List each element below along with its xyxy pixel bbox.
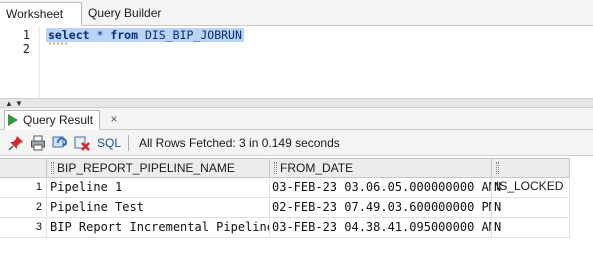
row-number: 1 <box>0 178 46 197</box>
column-header-from-date[interactable]: FROM_DATE <box>269 159 491 177</box>
cell-from-date[interactable]: 03-FEB-23 04.38.41.095000000 AM <box>269 218 491 237</box>
collapse-down-icon[interactable]: ▼ <box>14 100 24 108</box>
sql-editor[interactable]: 1 2 select * from DIS_BIP_JOBRUN <box>0 26 593 98</box>
cell-from-date[interactable]: 02-FEB-23 07.49.03.600000000 PM <box>269 198 491 217</box>
cell-pipeline-name[interactable]: Pipeline 1 <box>46 178 269 197</box>
column-grip-icon <box>496 162 499 174</box>
tab-query-result[interactable]: Query Result <box>4 110 100 130</box>
refresh-icon[interactable] <box>52 135 68 151</box>
cell-pipeline-name[interactable]: BIP Report Incremental Pipeline <box>46 218 269 237</box>
line-number: 2 <box>22 42 30 56</box>
result-toolbar: SQL All Rows Fetched: 3 in 0.149 seconds <box>0 130 593 156</box>
query-result-label: Query Result <box>23 113 94 127</box>
row-number-header <box>0 159 46 177</box>
column-grip-icon <box>51 162 54 174</box>
toolbar-separator <box>128 135 129 151</box>
result-grid[interactable]: BIP_REPORT_PIPELINE_NAME FROM_DATE IS_LO… <box>0 156 593 257</box>
column-header-pipeline-name[interactable]: BIP_REPORT_PIPELINE_NAME <box>46 159 269 177</box>
result-tab-bar: Query Result × <box>0 108 593 130</box>
row-number: 2 <box>0 198 46 217</box>
print-icon[interactable] <box>30 135 46 151</box>
line-number: 1 <box>22 28 30 42</box>
fetch-status: All Rows Fetched: 3 in 0.149 seconds <box>139 136 340 150</box>
table-row[interactable]: 3 BIP Report Incremental Pipeline 03-FEB… <box>0 218 570 238</box>
sql-statement[interactable]: select * from DIS_BIP_JOBRUN <box>46 28 244 42</box>
sql-keyword-from: from <box>110 28 139 42</box>
close-icon[interactable]: × <box>106 110 122 128</box>
panel-splitter[interactable]: ▲ ▼ <box>0 98 593 108</box>
column-grip-icon <box>274 162 277 174</box>
table-row[interactable]: 2 Pipeline Test 02-FEB-23 07.49.03.60000… <box>0 198 570 218</box>
sql-keyword-select: select <box>48 28 90 42</box>
column-header-label: BIP_REPORT_PIPELINE_NAME <box>57 161 235 175</box>
cell-from-date[interactable]: 03-FEB-23 03.06.05.000000000 AM <box>269 178 491 197</box>
sql-table-name: DIS_BIP_JOBRUN <box>138 28 242 42</box>
editor-tab-bar: Worksheet Query Builder <box>0 0 593 26</box>
row-number: 3 <box>0 218 46 237</box>
delete-icon[interactable] <box>74 135 90 151</box>
fold-margin <box>38 26 40 98</box>
warning-squiggle <box>48 42 68 45</box>
tab-worksheet[interactable]: Worksheet <box>0 2 82 26</box>
cell-pipeline-name[interactable]: Pipeline Test <box>46 198 269 217</box>
cell-is-locked[interactable]: N <box>491 218 570 237</box>
table-row[interactable]: 1 Pipeline 1 03-FEB-23 03.06.05.00000000… <box>0 178 570 198</box>
pin-icon[interactable] <box>8 135 24 151</box>
cell-is-locked[interactable]: N <box>491 198 570 217</box>
tab-query-builder[interactable]: Query Builder <box>82 2 192 26</box>
sql-star: * <box>89 28 111 42</box>
sql-link[interactable]: SQL <box>97 136 121 150</box>
collapse-up-icon[interactable]: ▲ <box>4 100 14 108</box>
line-number-gutter: 1 2 <box>0 26 38 98</box>
column-header-label: FROM_DATE <box>280 161 354 175</box>
cell-is-locked[interactable]: N <box>491 178 570 197</box>
play-icon <box>8 114 18 126</box>
grid-header: BIP_REPORT_PIPELINE_NAME FROM_DATE IS_LO… <box>0 158 570 193</box>
column-header-is-locked[interactable]: IS_LOCKED <box>491 159 570 193</box>
